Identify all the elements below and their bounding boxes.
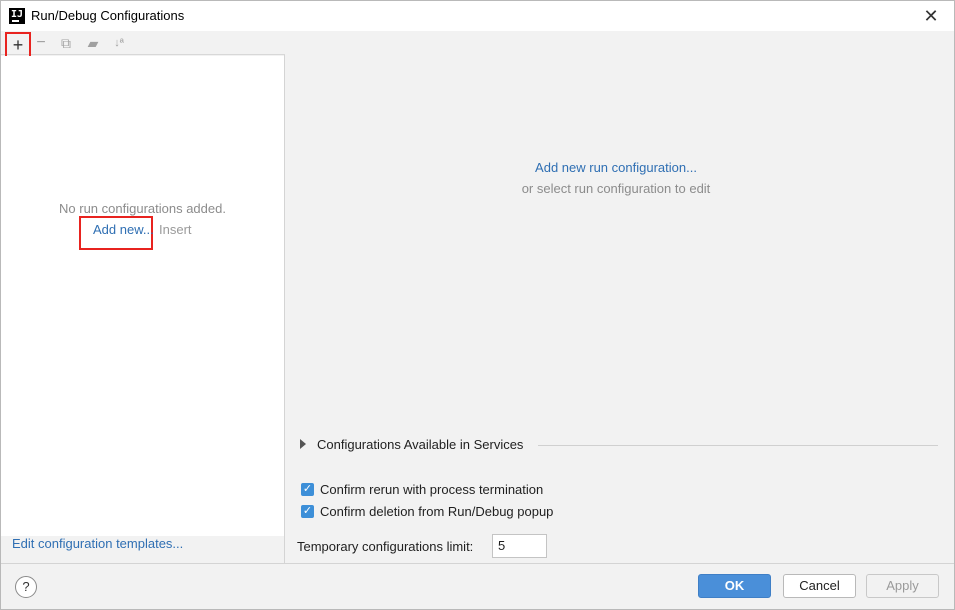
services-section-label: Configurations Available in Services [317,437,524,452]
empty-state-message: No run configurations added. [59,201,226,216]
copy-configuration-button[interactable]: ⧉ [56,33,76,53]
confirm-rerun-label: Confirm rerun with process termination [320,482,544,497]
dialog-button-bar: ? OK Cancel Apply [1,563,954,609]
close-button[interactable]: ✕ [913,1,949,31]
remove-configuration-button[interactable]: − [31,33,51,53]
configurations-tree-panel: + − ⧉ ▰ ↓ª No run configurations added. … [1,31,285,563]
title-bar: IJ Run/Debug Configurations ✕ [1,1,954,31]
temporary-limit-label: Temporary configurations limit: [297,539,474,554]
add-run-configuration-link[interactable]: Add new run configuration... [286,160,946,175]
run-debug-dialog: IJ Run/Debug Configurations ✕ + − ⧉ ▰ ↓ª… [0,0,955,610]
window-title: Run/Debug Configurations [31,8,185,23]
cancel-button[interactable]: Cancel [783,574,856,598]
section-divider [538,445,938,446]
confirm-deletion-label: Confirm deletion from Run/Debug popup [320,504,554,519]
configuration-details-panel: Add new run configuration... or select r… [286,31,954,563]
temporary-limit-field[interactable]: 5 [492,534,547,558]
confirm-deletion-checkbox[interactable]: ✓ [301,505,314,518]
sort-configurations-button[interactable]: ↓ª [109,33,129,53]
edit-templates-link[interactable]: Edit configuration templates... [12,536,183,551]
tree-toolbar: + − ⧉ ▰ ↓ª [1,31,285,59]
move-to-folder-button[interactable]: ▰ [83,33,103,53]
add-new-link[interactable]: Add new... [93,222,154,237]
ok-button[interactable]: OK [698,574,771,598]
services-section-toggle[interactable]: Configurations Available in Services [300,436,940,454]
help-button[interactable]: ? [15,576,37,598]
insert-shortcut-hint: Insert [159,222,192,237]
expand-arrow-icon [300,439,306,449]
intellij-app-icon: IJ [9,8,25,24]
select-configuration-hint: or select run configuration to edit [521,181,711,196]
add-configuration-button[interactable]: + [5,32,31,59]
apply-button[interactable]: Apply [866,574,939,598]
configurations-tree[interactable]: No run configurations added. Add new... … [1,56,284,536]
confirm-rerun-checkbox[interactable]: ✓ [301,483,314,496]
